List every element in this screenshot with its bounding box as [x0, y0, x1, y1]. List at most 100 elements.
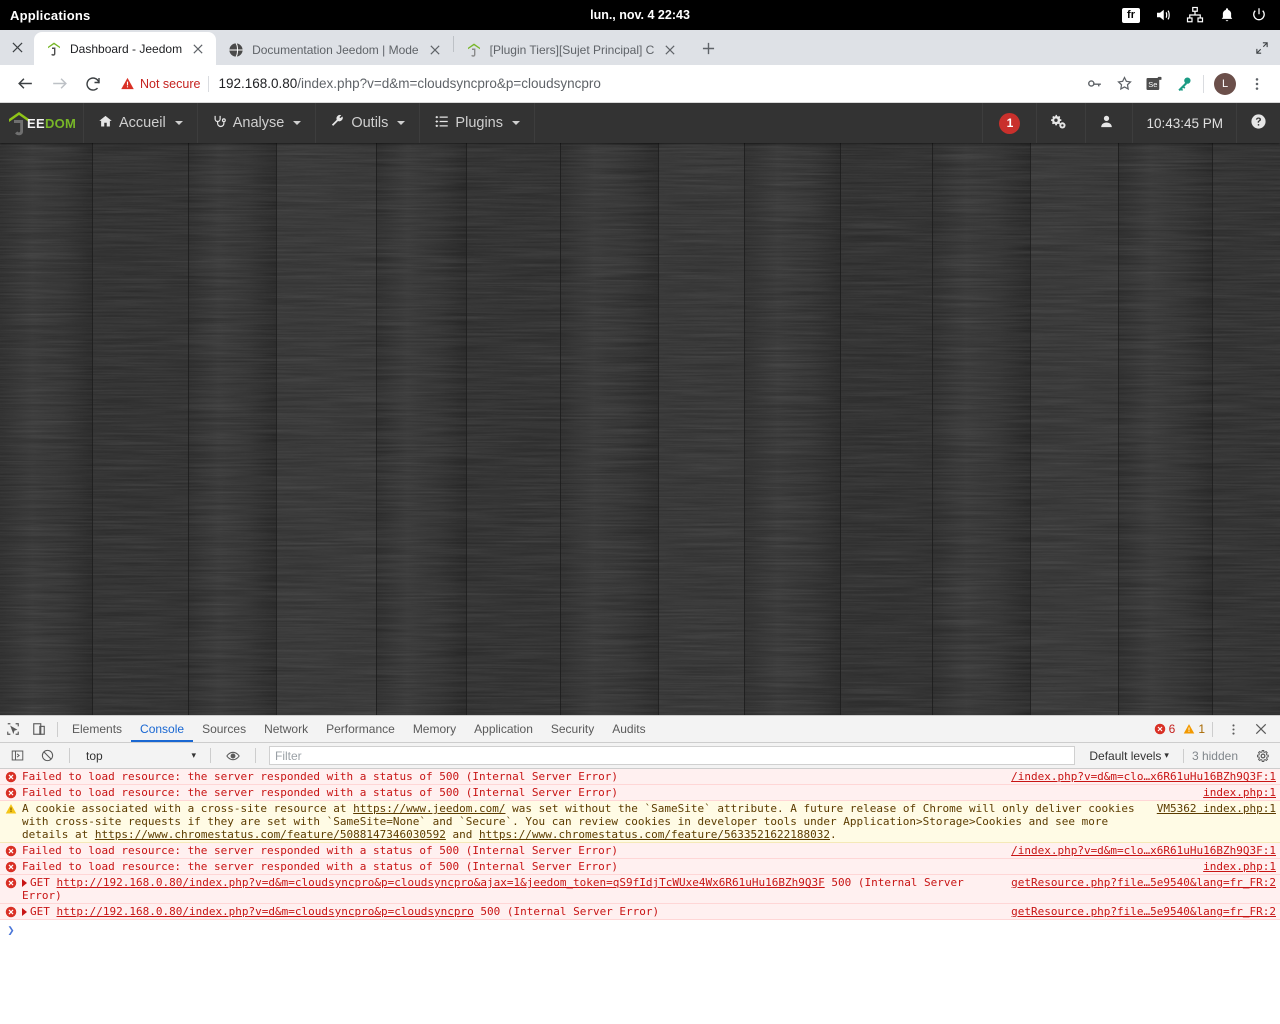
window-restore-button[interactable] — [1256, 41, 1280, 65]
clear-console-icon[interactable] — [34, 743, 60, 769]
jeedom-page: EEDOM Accueil Analyse Outils Plugins 1 1… — [0, 103, 1280, 715]
devtools-tab-memory[interactable]: Memory — [404, 716, 465, 742]
console-context-value: top — [86, 748, 103, 763]
devtools-tab-audits[interactable]: Audits — [603, 716, 654, 742]
user-menu[interactable] — [1085, 103, 1132, 143]
console-levels-label: Default levels — [1089, 748, 1162, 763]
devtools-tab-network[interactable]: Network — [255, 716, 317, 742]
console-message-source[interactable]: index.php:1 — [1203, 860, 1280, 873]
console-filter-input[interactable]: Filter — [269, 746, 1076, 765]
globe-favicon — [228, 42, 244, 58]
console-hidden-count[interactable]: 3 hidden — [1182, 748, 1246, 763]
warn-link-chromestatus-1[interactable]: https://www.chromestatus.com/feature/508… — [95, 828, 446, 841]
console-message-text: Failed to load resource: the server resp… — [22, 860, 619, 873]
address-bar[interactable]: Not secure 192.168.0.80/index.php?v=d&m=… — [120, 70, 1073, 98]
chevron-down-icon — [293, 121, 302, 125]
back-button[interactable] — [11, 70, 39, 98]
gear-icon[interactable] — [1250, 743, 1276, 769]
settings-menu[interactable] — [1036, 103, 1085, 143]
notification-badge-cell[interactable]: 1 — [982, 103, 1036, 143]
new-tab-button[interactable] — [694, 34, 722, 62]
kebab-menu-icon[interactable] — [1242, 69, 1272, 99]
console-message-error[interactable]: Failed to load resource: the server resp… — [0, 769, 1280, 785]
warning-count-indicator[interactable]: 1 — [1183, 722, 1205, 736]
console-message-error[interactable]: GET http://192.168.0.80/index.php?v=d&m=… — [0, 875, 1280, 904]
nav-item-plugins[interactable]: Plugins — [420, 103, 535, 143]
nav-label-accueil: Accueil — [119, 115, 166, 131]
browser-toolbar: Not secure 192.168.0.80/index.php?v=d&m=… — [0, 65, 1280, 103]
star-icon[interactable] — [1109, 69, 1139, 99]
wrench-icon — [330, 114, 345, 133]
devtools-divider — [1212, 721, 1213, 737]
devtools-tab-sources[interactable]: Sources — [193, 716, 255, 742]
list-icon — [434, 114, 449, 133]
key-icon[interactable] — [1079, 69, 1109, 99]
console-context-select[interactable]: top ▾ — [79, 746, 201, 765]
help-button[interactable] — [1236, 103, 1280, 143]
console-sidebar-icon[interactable] — [4, 743, 30, 769]
console-levels-select[interactable]: Default levels ▾ — [1083, 749, 1175, 763]
error-count-indicator[interactable]: 6 — [1154, 722, 1176, 736]
window-close-button[interactable] — [0, 30, 34, 65]
request-method: GET — [30, 905, 57, 918]
live-expression-icon[interactable] — [220, 743, 246, 769]
browser-tab-1[interactable]: Documentation Jeedom | Mode — [216, 34, 453, 65]
chevron-down-icon — [397, 121, 406, 125]
console-message-error[interactable]: Failed to load resource: the server resp… — [0, 785, 1280, 801]
expand-triangle-icon[interactable] — [22, 908, 27, 916]
browser-tab-close-1[interactable] — [425, 40, 445, 60]
console-message-source[interactable]: getResource.php?file…5e9540&lang=fr_FR:2 — [1011, 876, 1280, 889]
forward-button[interactable] — [45, 70, 73, 98]
user-icon — [1099, 114, 1114, 132]
nav-item-outils[interactable]: Outils — [316, 103, 421, 143]
warn-link-chromestatus-2[interactable]: https://www.chromestatus.com/feature/563… — [479, 828, 830, 841]
error-count-value: 6 — [1168, 722, 1176, 736]
devtools-panel: Elements Console Sources Network Perform… — [0, 715, 1280, 1024]
console-message-source[interactable]: /index.php?v=d&m=clo…x6R61uHu16BZh9Q3F:1 — [1011, 770, 1280, 783]
devtools-tab-console[interactable]: Console — [131, 716, 193, 742]
devtools-tab-performance[interactable]: Performance — [317, 716, 404, 742]
devtools-tab-bar: Elements Console Sources Network Perform… — [0, 716, 1280, 743]
toggle-device-toolbar-icon[interactable] — [26, 716, 52, 742]
devtools-tab-security[interactable]: Security — [542, 716, 603, 742]
warn-link-jeedom[interactable]: https://www.jeedom.com/ — [353, 802, 505, 815]
nav-item-accueil[interactable]: Accueil — [84, 103, 198, 143]
selenium-icon[interactable]: Se — [1139, 69, 1169, 99]
console-prompt[interactable]: ❯ — [0, 920, 1280, 937]
expand-triangle-icon[interactable] — [22, 879, 27, 887]
jeedom-logo[interactable]: EEDOM — [0, 103, 84, 143]
console-divider — [210, 748, 211, 763]
console-message-source[interactable]: /index.php?v=d&m=clo…x6R61uHu16BZh9Q3F:1 — [1011, 844, 1280, 857]
jeedom-navbar-right: 1 10:43:45 PM — [982, 103, 1280, 143]
console-message-warning[interactable]: A cookie associated with a cross-site re… — [0, 801, 1280, 843]
desktop-clock[interactable]: lun., nov. 4 22:43 — [0, 8, 1280, 22]
console-message-error[interactable]: Failed to load resource: the server resp… — [0, 843, 1280, 859]
close-icon[interactable] — [1248, 716, 1274, 742]
profile-avatar[interactable]: L — [1214, 72, 1236, 95]
console-message-source[interactable]: VM5362 index.php:1 — [1157, 802, 1280, 815]
console-message-text: Failed to load resource: the server resp… — [22, 844, 619, 857]
console-message-error[interactable]: GET http://192.168.0.80/index.php?v=d&m=… — [0, 904, 1280, 920]
nav-item-analyse[interactable]: Analyse — [198, 103, 317, 143]
chevron-down-icon — [511, 121, 520, 125]
console-message-text: Failed to load resource: the server resp… — [22, 786, 619, 799]
logo-dom: DOM — [44, 115, 77, 131]
devtools-tab-application[interactable]: Application — [465, 716, 542, 742]
console-message-source[interactable]: index.php:1 — [1203, 786, 1280, 799]
devtools-tab-elements[interactable]: Elements — [63, 716, 131, 742]
console-message-list[interactable]: Failed to load resource: the server resp… — [0, 769, 1280, 1024]
browser-tab-0[interactable]: Dashboard - Jeedom — [34, 32, 217, 65]
kebab-menu-icon[interactable] — [1220, 716, 1246, 742]
reload-button[interactable] — [79, 70, 107, 98]
console-message-error[interactable]: Failed to load resource: the server resp… — [0, 859, 1280, 875]
browser-tab-2[interactable]: [Plugin Tiers][Sujet Principal] C — [454, 34, 689, 65]
console-message-source[interactable]: getResource.php?file…5e9540&lang=fr_FR:2 — [1011, 905, 1280, 918]
browser-tab-close-0[interactable] — [188, 39, 208, 59]
keepass-icon[interactable] — [1169, 69, 1199, 99]
request-url[interactable]: http://192.168.0.80/index.php?v=d&m=clou… — [57, 876, 825, 889]
inspect-element-icon[interactable] — [0, 716, 26, 742]
nav-label-plugins: Plugins — [455, 115, 503, 131]
request-url[interactable]: http://192.168.0.80/index.php?v=d&m=clou… — [57, 905, 474, 918]
browser-tab-close-2[interactable] — [660, 40, 680, 60]
nav-label-outils: Outils — [351, 115, 389, 131]
